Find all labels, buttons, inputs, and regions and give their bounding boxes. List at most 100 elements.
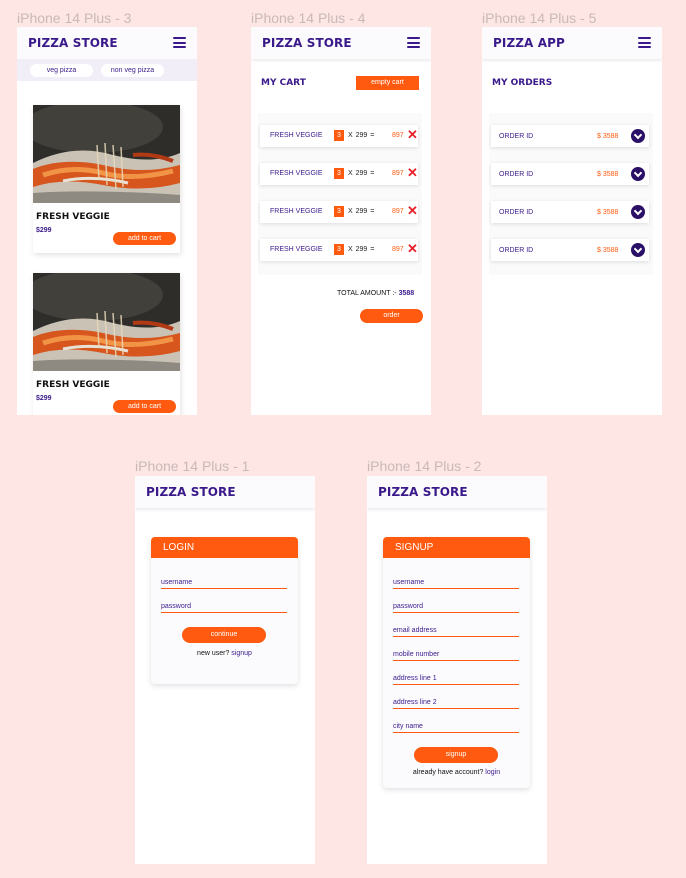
item-subtotal: 897 [392, 132, 404, 139]
price-calc: X 299 = [348, 132, 375, 139]
pizza-photo [33, 105, 180, 203]
quantity-badge[interactable]: 3 [334, 168, 344, 179]
product-name: FRESH VEGGIE [36, 212, 110, 222]
quantity-badge[interactable]: 3 [334, 206, 344, 217]
mobile-field[interactable]: mobile number [393, 650, 519, 661]
section-title: MY ORDERS [492, 78, 553, 88]
frame-title-5: iPhone 14 Plus - 5 [482, 10, 597, 26]
order-row[interactable]: ORDER ID $ 3588 [491, 163, 649, 185]
hamburger-menu-icon[interactable] [638, 37, 651, 48]
delete-x-icon[interactable]: ✕ [407, 204, 418, 218]
brand-title: PIZZA STORE [28, 36, 118, 50]
order-id-label: ORDER ID [499, 209, 534, 216]
cart-item-name: FRESH VEGGIE [270, 170, 323, 177]
signup-card: SIGNUP username password email address m… [383, 537, 530, 788]
product-price: $299 [36, 395, 52, 402]
login-prompt-text: already have account? [412, 769, 484, 776]
screen-login: PIZZA STORE LOGIN username password cont… [135, 476, 315, 864]
pizza-photo [33, 273, 180, 371]
chevron-down-circle-icon[interactable] [631, 243, 645, 257]
category-bar: veg pizza non veg pizza [17, 59, 197, 81]
price-calc: X 299 = [348, 170, 375, 177]
section-title: MY CART [261, 78, 306, 88]
form-title: SIGNUP [383, 537, 530, 558]
brand-title: PIZZA STORE [262, 36, 352, 50]
username-field[interactable]: username [161, 578, 287, 589]
cart-item-name: FRESH VEGGIE [270, 246, 323, 253]
frame-title-2: iPhone 14 Plus - 2 [367, 458, 482, 474]
chevron-down-circle-icon[interactable] [631, 205, 645, 219]
frame-title-4: iPhone 14 Plus - 4 [251, 10, 366, 26]
add-to-cart-button[interactable]: add to cart [113, 400, 176, 413]
brand-title: PIZZA STORE [378, 485, 468, 499]
quantity-badge[interactable]: 3 [334, 244, 344, 255]
order-row[interactable]: ORDER ID $ 3588 [491, 125, 649, 147]
chevron-down-circle-icon[interactable] [631, 129, 645, 143]
chip-non-veg-pizza[interactable]: non veg pizza [101, 64, 164, 77]
cart-item: FRESH VEGGIE 3 X 299 = 897 ✕ [260, 201, 418, 223]
brand-title: PIZZA APP [493, 36, 565, 50]
frame-title-3: iPhone 14 Plus - 3 [17, 10, 132, 26]
total-value: 3588 [398, 290, 415, 297]
item-subtotal: 897 [392, 170, 404, 177]
order-id-label: ORDER ID [499, 171, 534, 178]
hamburger-menu-icon[interactable] [407, 37, 420, 48]
item-subtotal: 897 [392, 246, 404, 253]
form-title: LOGIN [151, 537, 298, 558]
product-name: FRESH VEGGIE [36, 380, 110, 390]
cart-item: FRESH VEGGIE 3 X 299 = 897 ✕ [260, 239, 418, 261]
delete-x-icon[interactable]: ✕ [407, 242, 418, 256]
cart-item: FRESH VEGGIE 3 X 299 = 897 ✕ [260, 163, 418, 185]
chip-veg-pizza[interactable]: veg pizza [30, 64, 93, 77]
price-calc: X 299 = [348, 246, 375, 253]
order-id-label: ORDER ID [499, 133, 534, 140]
password-field[interactable]: password [161, 602, 287, 613]
app-header: PIZZA STORE [135, 476, 315, 508]
orders-list: ORDER ID $ 3588 ORDER ID $ 3588 ORDER ID… [489, 113, 653, 275]
login-link[interactable]: login [485, 769, 500, 776]
delete-x-icon[interactable]: ✕ [407, 166, 418, 180]
order-row[interactable]: ORDER ID $ 3588 [491, 201, 649, 223]
frame-title-1: iPhone 14 Plus - 1 [135, 458, 250, 474]
product-card: FRESH VEGGIE $299 add to cart [33, 105, 180, 253]
signup-button[interactable]: signup [414, 747, 498, 763]
city-name-field[interactable]: city name [393, 722, 519, 733]
total-amount: TOTAL AMOUNT :- 3588 [337, 290, 414, 297]
signup-prompt: new user? signup [151, 650, 298, 657]
empty-cart-button[interactable]: empty cart [356, 76, 419, 90]
continue-button[interactable]: continue [182, 627, 266, 643]
app-header: PIZZA STORE [251, 27, 431, 59]
chevron-down-circle-icon[interactable] [631, 167, 645, 181]
order-amount: $ 3588 [597, 133, 619, 140]
order-id-label: ORDER ID [499, 247, 534, 254]
login-prompt: already have account? login [383, 769, 530, 776]
screen-cart: PIZZA STORE MY CART empty cart FRESH VEG… [251, 27, 431, 415]
app-header: PIZZA APP [482, 27, 662, 59]
order-row[interactable]: ORDER ID $ 3588 [491, 239, 649, 261]
password-field[interactable]: password [393, 602, 519, 613]
order-button[interactable]: order [360, 309, 423, 323]
signup-link[interactable]: signup [231, 650, 252, 657]
address-line-1-field[interactable]: address line 1 [393, 674, 519, 685]
add-to-cart-button[interactable]: add to cart [113, 232, 176, 245]
product-price: $299 [36, 227, 52, 234]
product-card: FRESH VEGGIE $299 add to cart [33, 273, 180, 415]
total-label: TOTAL AMOUNT :- [337, 290, 397, 297]
hamburger-menu-icon[interactable] [173, 37, 186, 48]
app-header: PIZZA STORE [17, 27, 197, 59]
price-calc: X 299 = [348, 208, 375, 215]
item-subtotal: 897 [392, 208, 404, 215]
login-card: LOGIN username password continue new use… [151, 537, 298, 684]
cart-list: FRESH VEGGIE 3 X 299 = 897 ✕ FRESH VEGGI… [258, 113, 422, 275]
address-line-2-field[interactable]: address line 2 [393, 698, 519, 709]
email-field[interactable]: email address [393, 626, 519, 637]
order-amount: $ 3588 [597, 209, 619, 216]
signup-prompt-text: new user? [197, 650, 230, 657]
order-amount: $ 3588 [597, 171, 619, 178]
screen-product-list: PIZZA STORE veg pizza non veg pizza FRES… [17, 27, 197, 415]
delete-x-icon[interactable]: ✕ [407, 128, 418, 142]
order-amount: $ 3588 [597, 247, 619, 254]
username-field[interactable]: username [393, 578, 519, 589]
quantity-badge[interactable]: 3 [334, 130, 344, 141]
brand-title: PIZZA STORE [146, 485, 236, 499]
